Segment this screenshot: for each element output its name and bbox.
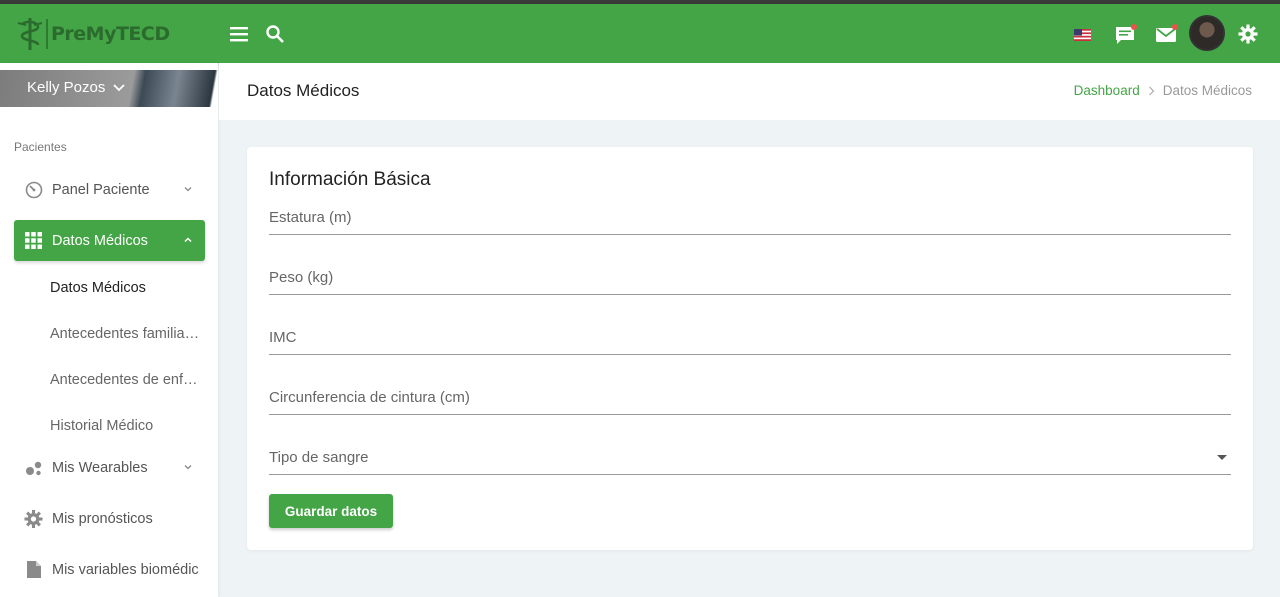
blood-type-select-label: Tipo de sangre [269, 449, 369, 466]
breadcrumb-current: Datos Médicos [1162, 83, 1252, 98]
us-flag-icon[interactable] [1074, 29, 1091, 41]
height-field[interactable]: Estatura (m) [269, 205, 1231, 235]
weight-field[interactable]: Peso (kg) [269, 265, 1231, 295]
sidebar-item-label: Datos Médicos [52, 232, 148, 249]
chat-notification-dot [1131, 24, 1137, 30]
sidebar-subitem-antecedentes-enfermedades[interactable]: Antecedentes de enfermedades [50, 372, 200, 388]
waist-circumference-field[interactable]: Circunferencia de cintura (cm) [269, 385, 1231, 415]
blood-type-select[interactable]: Tipo de sangre [269, 445, 1231, 475]
sidebar-item-datos-medicos[interactable]: Datos Médicos [14, 220, 205, 261]
card-title: Información Básica [269, 169, 431, 190]
height-field-label: Estatura (m) [269, 209, 352, 226]
search-icon[interactable] [264, 23, 286, 45]
page-title: Datos Médicos [247, 81, 360, 100]
dashboard-icon [24, 180, 43, 199]
chevron-down-icon [184, 187, 192, 192]
weight-field-label: Peso (kg) [269, 269, 334, 286]
sidebar-item-label: Mis Wearables [52, 459, 148, 476]
menu-icon[interactable] [228, 23, 250, 45]
sidebar-item-mis-wearables[interactable]: Mis Wearables [14, 447, 205, 488]
chat-icon[interactable] [1113, 23, 1137, 47]
top-app-bar: PreMyTECD [0, 4, 1280, 63]
mail-notification-dot [1172, 24, 1178, 30]
sidebar-subitem-datos-medicos[interactable]: Datos Médicos [50, 280, 200, 296]
mail-icon[interactable] [1154, 23, 1178, 47]
dropdown-caret-icon [1217, 455, 1227, 460]
logo-divider [46, 19, 48, 49]
breadcrumb-link-dashboard[interactable]: Dashboard [1074, 83, 1140, 98]
save-data-button[interactable]: Guardar datos [269, 494, 393, 528]
chevron-down-icon [184, 465, 192, 470]
basic-info-card: Información Básica Estatura (m) Peso (kg… [247, 147, 1253, 550]
caduceus-logo-icon [17, 18, 43, 50]
bubbles-icon [24, 458, 43, 477]
settings-gear-icon[interactable] [1237, 23, 1259, 45]
waist-circumference-field-label: Circunferencia de cintura (cm) [269, 389, 470, 406]
sidebar-item-mis-variables-biomedicas[interactable]: Mis variables biomédic [14, 549, 205, 590]
document-icon [24, 560, 43, 579]
avatar[interactable] [1189, 15, 1225, 51]
grid-icon [24, 231, 43, 250]
breadcrumb: Dashboard Datos Médicos [1074, 83, 1252, 98]
app-logo[interactable]: PreMyTECD [16, 16, 170, 52]
bmi-field[interactable]: IMC [269, 325, 1231, 355]
sidebar-subitem-historial-medico[interactable]: Historial Médico [50, 418, 200, 434]
sidebar-item-mis-pronosticos[interactable]: Mis pronósticos [14, 498, 205, 539]
gear-icon [24, 509, 43, 528]
sidebar-section-label: Pacientes [14, 140, 67, 154]
sidebar-item-label: Panel Paciente [52, 181, 150, 198]
user-menu-toggle[interactable]: Kelly Pozos [27, 79, 126, 96]
bmi-field-label: IMC [269, 329, 297, 346]
chevron-down-icon [113, 83, 126, 91]
chevron-right-icon [1148, 86, 1155, 95]
brand-name: PreMyTECD [51, 23, 170, 45]
page-header: Datos Médicos Dashboard Datos Médicos [219, 63, 1280, 120]
sidebar: Kelly Pozos Pacientes Panel Paciente Dat… [0, 63, 218, 597]
chevron-up-icon [184, 237, 192, 243]
sidebar-item-panel-paciente[interactable]: Panel Paciente [14, 169, 205, 210]
sidebar-item-label: Mis pronósticos [52, 510, 153, 527]
user-profile-banner: Kelly Pozos [0, 70, 218, 107]
sidebar-subitem-antecedentes-familiares[interactable]: Antecedentes familiares [50, 326, 200, 342]
sidebar-item-label: Mis variables biomédic [52, 561, 199, 578]
user-name: Kelly Pozos [27, 79, 106, 96]
